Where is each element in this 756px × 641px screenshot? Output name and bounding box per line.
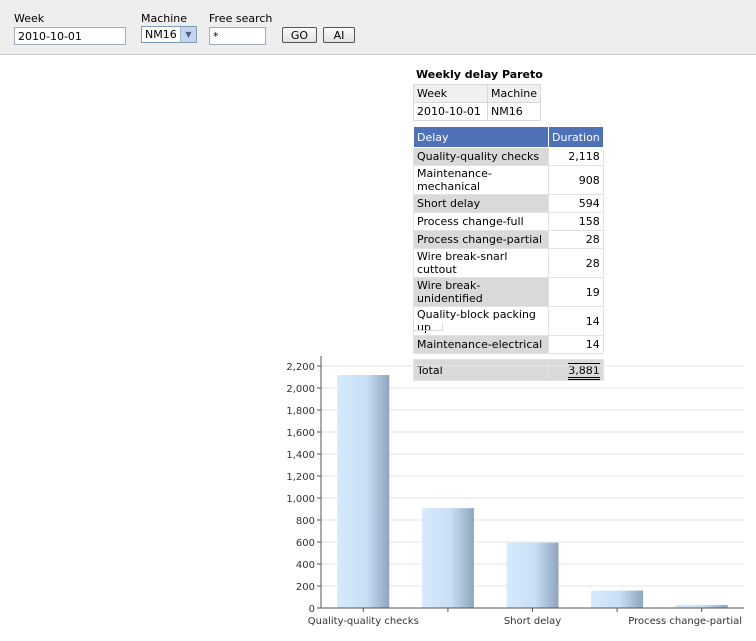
delay-cell: Quality-quality checks (413, 147, 549, 166)
y-tick-label: 1,200 (286, 472, 315, 483)
x-tick-label: Short delay (504, 616, 561, 627)
delay-cell: Process change-full (413, 212, 549, 231)
table-row[interactable]: Maintenance-electrical 14 (413, 335, 604, 354)
table-row[interactable]: Wire break-unidentified 19 (413, 277, 604, 307)
delay-pareto-chart: 0 200 400 600 800 1,000 1,200 1,400 1,600 1,800 2,… (286, 356, 744, 627)
delay-cell: Short delay (413, 194, 549, 213)
delay-cell: Wire break-unidentified (413, 277, 549, 307)
table-row[interactable]: Quality-block packing up 14 (413, 306, 604, 336)
y-tick-label: 1,600 (286, 428, 315, 439)
delay-table: Delay Duration Quality-quality checks 2,1… (413, 126, 604, 381)
table-row[interactable]: Short delay 594 (413, 194, 604, 213)
duration-cell: 14 (548, 335, 604, 354)
table-row[interactable]: Process change-partial 28 (413, 230, 604, 249)
delay-cell: Quality-block packing up (413, 306, 549, 336)
y-tick-label: 800 (296, 516, 315, 527)
duration-cell: 14 (548, 306, 604, 336)
bar[interactable] (506, 542, 559, 608)
report-meta-table: Week Machine 2010-10-01 NM16 (413, 84, 542, 121)
y-tick-label: 600 (296, 538, 315, 549)
go-button[interactable]: GO (282, 27, 317, 43)
delay-cell: Maintenance-mechanical (413, 165, 549, 195)
y-tick-label: 1,800 (286, 406, 315, 417)
y-tick-label: 1,000 (286, 494, 315, 505)
bar[interactable] (591, 590, 644, 608)
duration-cell: 28 (548, 230, 604, 249)
y-tick-label: 2,000 (286, 384, 315, 395)
report-title: Weekly delay Pareto (416, 68, 543, 81)
table-row[interactable]: Wire break-snarl cuttout 28 (413, 248, 604, 278)
free-search-label: Free search (209, 12, 273, 25)
y-tick-label: 2,200 (286, 362, 315, 373)
column-header-duration[interactable]: Duration (548, 126, 604, 148)
y-tick-label: 0 (309, 604, 315, 615)
meta-header-machine: Machine (486, 84, 542, 103)
meta-value-week: 2010-10-01 (413, 102, 488, 121)
meta-value-machine: NM16 (486, 102, 542, 121)
delay-cell: Wire break-snarl cuttout (413, 248, 549, 278)
duration-cell: 19 (548, 277, 604, 307)
x-tick-label: Quality-quality checks (308, 616, 419, 627)
table-row[interactable]: Quality-quality checks 2,118 (413, 147, 604, 166)
table-footer-cell (413, 323, 443, 331)
filter-toolbar: Week Machine NM16 ▼ Free search GO AI (0, 0, 756, 55)
duration-cell: 28 (548, 248, 604, 278)
y-tick-label: 400 (296, 560, 315, 571)
column-header-delay[interactable]: Delay (413, 126, 549, 148)
duration-cell: 2,118 (548, 147, 604, 166)
delay-cell: Process change-partial (413, 230, 549, 249)
duration-cell: 158 (548, 212, 604, 231)
chevron-down-icon[interactable]: ▼ (180, 27, 196, 42)
week-label: Week (14, 12, 45, 25)
duration-cell: 594 (548, 194, 604, 213)
bar[interactable] (421, 508, 474, 608)
machine-select-value: NM16 (145, 28, 177, 41)
delay-cell: Maintenance-electrical (413, 335, 549, 354)
meta-header-week: Week (413, 84, 488, 103)
duration-cell: 908 (548, 165, 604, 195)
table-row[interactable]: Process change-full 158 (413, 212, 604, 231)
ai-button[interactable]: AI (323, 27, 355, 43)
y-tick-label: 200 (296, 582, 315, 593)
week-input[interactable] (14, 27, 126, 45)
x-tick-label: Process change-partial (628, 616, 742, 627)
free-search-input[interactable] (209, 27, 266, 45)
y-tick-label: 1,400 (286, 450, 315, 461)
bar[interactable] (337, 375, 390, 608)
table-row[interactable]: Maintenance-mechanical 908 (413, 165, 604, 195)
machine-select[interactable]: NM16 ▼ (141, 26, 197, 43)
machine-label: Machine (141, 12, 188, 25)
